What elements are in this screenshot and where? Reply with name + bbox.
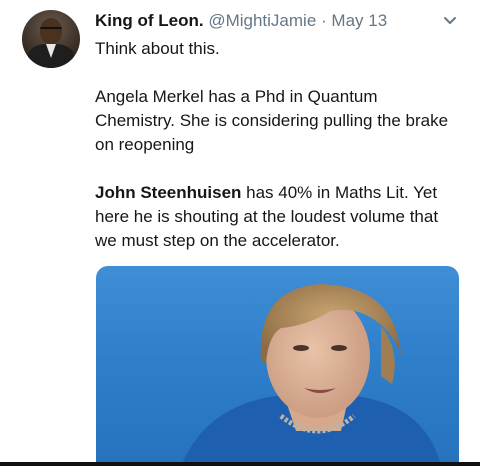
author-avatar[interactable] <box>22 10 80 68</box>
tweet-paragraph-1: Think about this. <box>95 39 220 58</box>
tweet-paragraph-2: Angela Merkel has a Phd in Quantum Chemi… <box>95 87 449 154</box>
tweet-body: Think about this. Angela Merkel has a Ph… <box>95 37 455 277</box>
tweet-date[interactable]: May 13 <box>331 11 387 30</box>
mention-name: John Steenhuisen <box>95 183 242 202</box>
author-handle[interactable]: @MightiJamie <box>208 11 316 30</box>
avatar-glasses <box>40 27 62 35</box>
media-photo <box>181 284 441 466</box>
tweet-paragraph-3: John Steenhuisen has 40% in Maths Lit. Y… <box>95 181 455 253</box>
tweet-header: King of Leon. @MightiJamie · May 13 <box>95 11 387 31</box>
separator-dot: · <box>321 11 327 30</box>
left-eye <box>293 345 309 351</box>
tweet-media-image[interactable] <box>96 266 459 466</box>
right-eye <box>331 345 347 351</box>
chevron-down-icon[interactable] <box>442 14 458 28</box>
bottom-border <box>0 462 480 466</box>
author-name[interactable]: King of Leon. <box>95 11 204 30</box>
